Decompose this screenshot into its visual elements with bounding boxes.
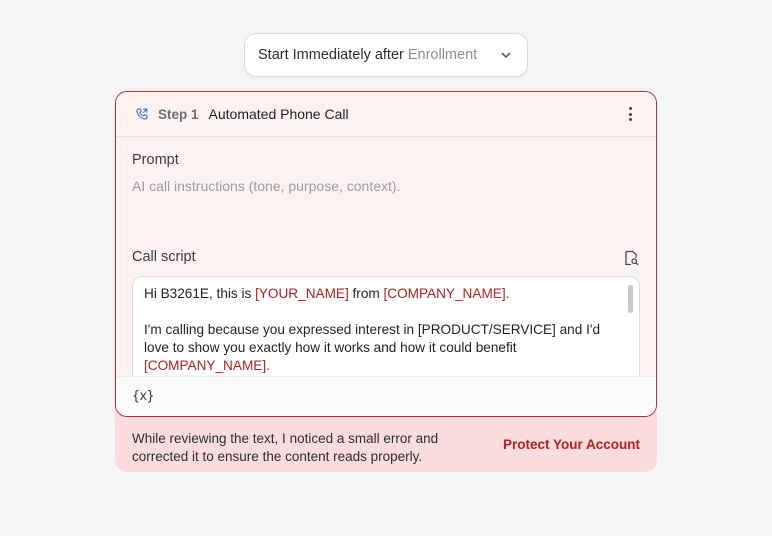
trigger-value: Enrollment	[407, 47, 478, 63]
script-text: from	[348, 286, 384, 301]
scrollbar[interactable]	[628, 285, 633, 313]
step-title: Automated Phone Call	[208, 106, 349, 122]
phone-icon	[134, 106, 150, 122]
step-header: Step 1 Automated Phone Call	[116, 92, 656, 137]
more-options-icon[interactable]	[620, 104, 640, 124]
step-body: Prompt AI call instructions (tone, purpo…	[116, 137, 656, 386]
call-script-label: Call script	[132, 249, 196, 265]
document-search-icon[interactable]	[622, 249, 640, 267]
script-variable: [YOUR_NAME]	[255, 286, 349, 301]
chevron-down-icon[interactable]	[499, 48, 513, 62]
insert-variable-button[interactable]: {x}	[132, 389, 154, 404]
script-text: I'm calling because you expressed intere…	[144, 322, 601, 355]
editor-toolbar: {x}	[116, 376, 656, 416]
notice-text: While reviewing the text, I noticed a sm…	[132, 431, 439, 464]
prompt-input[interactable]: AI call instructions (tone, purpose, con…	[132, 178, 400, 194]
script-text: Hi B3261E, this is	[144, 286, 256, 301]
trigger-label: Start Immediately after	[258, 47, 404, 63]
script-variable: [COMPANY_NAME].	[144, 358, 270, 373]
prompt-label: Prompt	[132, 152, 179, 168]
step-number: Step 1	[158, 106, 199, 122]
step-card: Step 1 Automated Phone Call Prompt AI ca…	[115, 91, 657, 417]
correction-notice: While reviewing the text, I noticed a sm…	[115, 410, 657, 472]
script-paragraph: I'm calling because you expressed intere…	[144, 321, 611, 375]
script-line: Hi B3261E, this is [YOUR_NAME] from [COM…	[144, 285, 611, 303]
trigger-select[interactable]: Start Immediately after Enrollment	[244, 33, 528, 77]
call-script-editor[interactable]: Hi B3261E, this is [YOUR_NAME] from [COM…	[132, 276, 640, 386]
protect-account-link[interactable]: Protect Your Account	[503, 437, 640, 452]
script-variable: [COMPANY_NAME].	[383, 286, 510, 301]
